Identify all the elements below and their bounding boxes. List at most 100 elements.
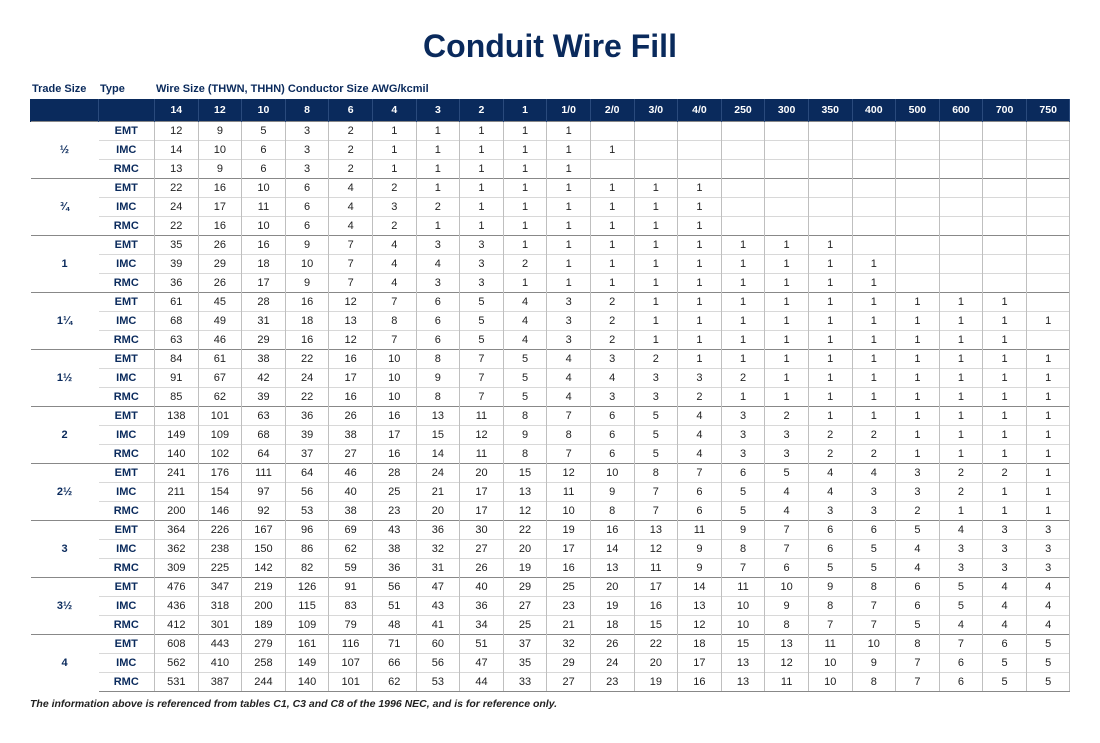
table-row: RMC6346291612765432111111111 — [31, 331, 1070, 350]
fill-value-cell — [852, 122, 896, 141]
fill-value-cell: 3 — [416, 274, 460, 293]
fill-value-cell: 1 — [678, 312, 722, 331]
fill-value-cell: 2 — [983, 464, 1027, 483]
fill-value-cell: 32 — [547, 635, 591, 654]
fill-value-cell: 7 — [329, 274, 373, 293]
fill-value-cell: 6 — [896, 597, 940, 616]
fill-value-cell: 1 — [503, 217, 547, 236]
fill-value-cell: 6 — [939, 673, 983, 692]
fill-value-cell: 2 — [721, 369, 765, 388]
fill-value-cell: 22 — [285, 350, 329, 369]
fill-value-cell: 5 — [503, 350, 547, 369]
fill-value-cell: 1 — [547, 160, 591, 179]
fill-value-cell: 1 — [896, 350, 940, 369]
table-row: IMC2417116432111111 — [31, 198, 1070, 217]
fill-value-cell: 1 — [634, 179, 678, 198]
fill-value-cell: 9 — [198, 160, 242, 179]
wire-size-col: 1/0 — [547, 99, 591, 122]
fill-value-cell: 1 — [896, 331, 940, 350]
fill-value-cell: 44 — [460, 673, 504, 692]
fill-value-cell: 13 — [765, 635, 809, 654]
fill-value-cell — [983, 179, 1027, 198]
fill-value-cell: 1 — [765, 274, 809, 293]
conduit-fill-table: 1412108643211/02/03/04/02503003504005006… — [30, 99, 1070, 692]
fill-value-cell: 9 — [503, 426, 547, 445]
fill-value-cell: 25 — [547, 578, 591, 597]
fill-value-cell: 10 — [242, 179, 286, 198]
fill-value-cell: 8 — [503, 445, 547, 464]
fill-value-cell: 8 — [634, 464, 678, 483]
fill-value-cell: 154 — [198, 483, 242, 502]
fill-value-cell: 1 — [372, 122, 416, 141]
trade-size-cell: ½ — [31, 122, 99, 179]
table-body: ½EMT12953211111IMC1410632111111RMC139632… — [31, 122, 1070, 692]
conduit-type-cell: RMC — [99, 445, 155, 464]
wire-size-col: 600 — [939, 99, 983, 122]
fill-value-cell: 10 — [372, 369, 416, 388]
fill-value-cell: 16 — [678, 673, 722, 692]
fill-value-cell: 17 — [198, 198, 242, 217]
fill-value-cell — [896, 274, 940, 293]
fill-value-cell — [983, 122, 1027, 141]
fill-value-cell: 17 — [547, 540, 591, 559]
fill-value-cell: 6 — [765, 559, 809, 578]
fill-value-cell: 11 — [808, 635, 852, 654]
fill-value-cell — [852, 217, 896, 236]
conduit-type-cell: EMT — [99, 635, 155, 654]
fill-value-cell: 1 — [765, 236, 809, 255]
fill-value-cell: 8 — [896, 635, 940, 654]
fill-value-cell: 36 — [416, 521, 460, 540]
fill-value-cell: 189 — [242, 616, 286, 635]
fill-value-cell: 364 — [155, 521, 199, 540]
fill-value-cell: 4 — [547, 388, 591, 407]
fill-value-cell: 14 — [590, 540, 634, 559]
fill-value-cell — [983, 274, 1027, 293]
fill-value-cell: 51 — [372, 597, 416, 616]
fill-value-cell: 6 — [808, 540, 852, 559]
fill-value-cell: 1 — [939, 445, 983, 464]
fill-value-cell: 25 — [503, 616, 547, 635]
fill-value-cell: 6 — [939, 654, 983, 673]
fill-value-cell: 43 — [372, 521, 416, 540]
fill-value-cell: 8 — [372, 312, 416, 331]
fill-value-cell: 10 — [547, 502, 591, 521]
fill-value-cell: 6 — [285, 179, 329, 198]
fill-value-cell: 43 — [416, 597, 460, 616]
fill-value-cell: 26 — [198, 236, 242, 255]
fill-value-cell: 1 — [547, 141, 591, 160]
fill-value-cell: 13 — [721, 654, 765, 673]
fill-value-cell: 8 — [503, 407, 547, 426]
fill-value-cell: 1 — [808, 350, 852, 369]
fill-value-cell: 3 — [983, 540, 1027, 559]
fill-value-cell: 5 — [460, 293, 504, 312]
fill-value-cell: 22 — [155, 217, 199, 236]
table-row: RMC4123011891097948413425211815121087754… — [31, 616, 1070, 635]
fill-value-cell: 1 — [678, 236, 722, 255]
fill-value-cell — [721, 179, 765, 198]
fill-value-cell: 24 — [416, 464, 460, 483]
fill-value-cell: 29 — [242, 331, 286, 350]
trade-size-cell: 1 — [31, 236, 99, 293]
fill-value-cell: 17 — [460, 483, 504, 502]
fill-value-cell: 21 — [416, 483, 460, 502]
fill-value-cell — [896, 122, 940, 141]
fill-value-cell: 5 — [852, 540, 896, 559]
fill-value-cell: 1 — [1026, 388, 1070, 407]
fill-value-cell: 16 — [372, 445, 416, 464]
fill-value-cell: 531 — [155, 673, 199, 692]
fill-value-cell — [590, 122, 634, 141]
fill-value-cell: 20 — [634, 654, 678, 673]
fill-value-cell: 3 — [983, 559, 1027, 578]
fill-value-cell: 1 — [503, 236, 547, 255]
fill-value-cell: 18 — [678, 635, 722, 654]
fill-value-cell: 244 — [242, 673, 286, 692]
fill-value-cell: 115 — [285, 597, 329, 616]
table-row: 2EMT1381016336261613118765432111111 — [31, 407, 1070, 426]
fill-value-cell: 2 — [590, 331, 634, 350]
table-row: ¾EMT2216106421111111 — [31, 179, 1070, 198]
fill-value-cell: 1 — [852, 350, 896, 369]
fill-value-cell: 10 — [372, 350, 416, 369]
fill-value-cell: 38 — [372, 540, 416, 559]
fill-value-cell: 6 — [416, 293, 460, 312]
fill-value-cell — [983, 141, 1027, 160]
